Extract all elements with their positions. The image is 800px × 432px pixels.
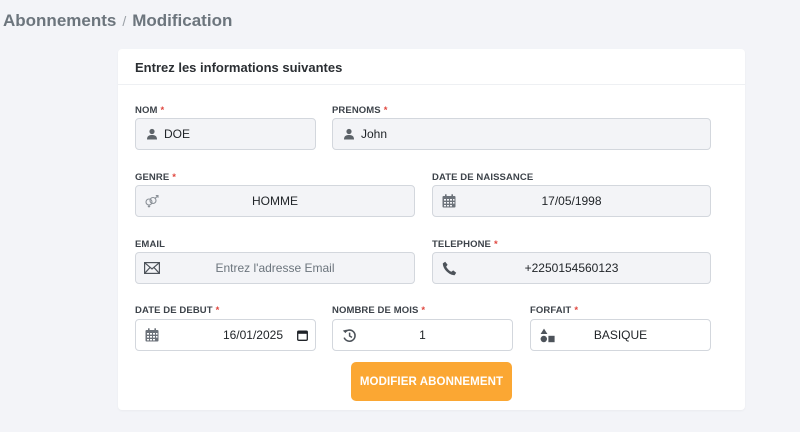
date-debut-field[interactable]: 16/01/2025: [135, 319, 316, 351]
phone-icon: [433, 261, 461, 276]
page-title: Modification: [132, 11, 233, 30]
prenoms-value: John: [361, 127, 388, 141]
card-title: Entrez les informations suivantes: [118, 49, 745, 85]
genre-value: HOMME: [252, 194, 298, 208]
date-naissance-label: DATE DE NAISSANCE: [432, 172, 534, 183]
nombre-mois-field[interactable]: 1: [332, 319, 513, 351]
date-naissance-value: 17/05/1998: [541, 194, 602, 208]
nom-field[interactable]: DOE: [135, 118, 316, 150]
prenoms-label: PRENOMS *: [332, 105, 388, 116]
forfait-select[interactable]: BASIQUE: [530, 319, 711, 351]
telephone-label: TELEPHONE *: [432, 239, 498, 250]
date-debut-value: 16/01/2025: [222, 328, 283, 342]
email-field[interactable]: Entrez l'adresse Email: [135, 252, 415, 284]
genre-label: GENRE *: [135, 172, 177, 183]
shapes-icon: [531, 328, 559, 343]
modifier-abonnement-button[interactable]: MODIFIER ABONNEMENT: [351, 362, 512, 401]
nombre-mois-label: NOMBRE DE MOIS *: [332, 305, 426, 316]
forfait-value: BASIQUE: [593, 328, 648, 342]
user-icon: [136, 128, 164, 140]
telephone-value: +2250154560123: [524, 261, 619, 275]
email-placeholder: Entrez l'adresse Email: [215, 261, 335, 275]
history-icon: [333, 328, 361, 343]
nom-label: NOM *: [135, 105, 165, 116]
nom-value: DOE: [164, 127, 191, 141]
breadcrumb-separator: /: [122, 13, 127, 29]
genre-select[interactable]: HOMME: [135, 185, 415, 217]
calendar-picker-icon[interactable]: [289, 330, 315, 341]
breadcrumb-section[interactable]: Abonnements: [3, 11, 116, 31]
email-label: EMAIL: [135, 239, 166, 250]
envelope-icon: [136, 262, 164, 274]
prenoms-field[interactable]: John: [332, 118, 711, 150]
user-icon: [333, 128, 361, 140]
gender-icon: [136, 194, 164, 208]
calendar-icon: [136, 328, 164, 342]
breadcrumb: Abonnements / Modification: [3, 11, 232, 31]
subscription-form-card: Entrez les informations suivantes NOM * D…: [118, 49, 745, 410]
date-debut-label: DATE DE DEBUT *: [135, 305, 220, 316]
telephone-field[interactable]: +2250154560123: [432, 252, 711, 284]
calendar-icon: [433, 194, 461, 208]
forfait-label: FORFAIT *: [530, 305, 579, 316]
nombre-mois-value: 1: [419, 328, 426, 342]
date-naissance-field[interactable]: 17/05/1998: [432, 185, 711, 217]
